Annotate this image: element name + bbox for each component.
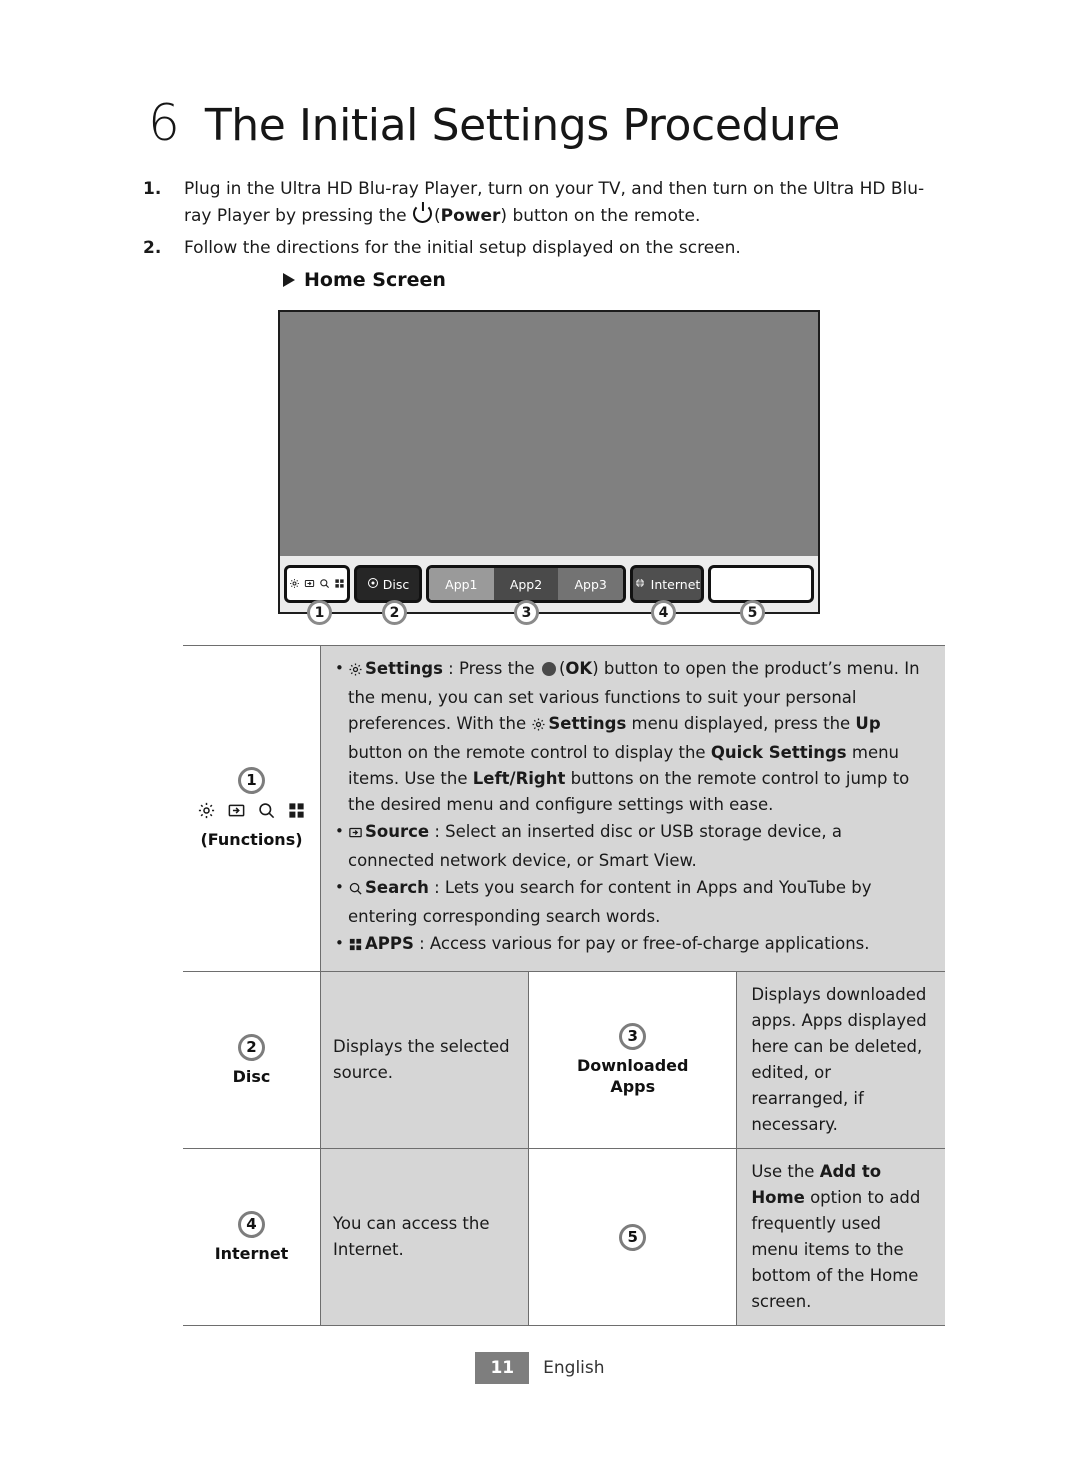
- manual-page: 6 The Initial Settings Procedure 1. Plug…: [0, 0, 1080, 1479]
- badge-5: 5: [619, 1223, 647, 1251]
- downloaded-apps-caption: Downloaded Apps: [535, 1055, 730, 1097]
- gear-icon: [197, 801, 216, 824]
- functions-bullet-list: Settings : Press the (OK) button to open…: [335, 655, 931, 960]
- downloaded-apps-caption-line2: Apps: [610, 1077, 656, 1096]
- apps-term: APPS: [365, 934, 414, 953]
- downloaded-apps-label-cell: 3 Downloaded Apps: [528, 971, 738, 1149]
- search-icon: [348, 881, 363, 900]
- apps-icon: [287, 801, 306, 824]
- step-text-post: ) button on the remote.: [500, 206, 701, 226]
- chapter-number: 6: [148, 94, 180, 152]
- app-tile-3[interactable]: App3: [558, 568, 623, 600]
- source-icon: [304, 577, 315, 592]
- instruction-steps: 1. Plug in the Ultra HD Blu-ray Player, …: [143, 176, 933, 267]
- badge-2: 2: [238, 1033, 265, 1061]
- step-text: Plug in the Ultra HD Blu-ray Player, tur…: [184, 176, 933, 230]
- ok-term: OK: [565, 659, 593, 678]
- bullet-source: Source : Select an inserted disc or USB …: [335, 818, 931, 874]
- add-to-home-description-cell: Use the Add to Home option to add freque…: [736, 1148, 945, 1326]
- internet-label-cell: 4 Internet: [183, 1148, 321, 1326]
- triangle-bullet-icon: [283, 273, 295, 287]
- table-row: 1 (Functions) • Settings: Press the (OK…: [183, 645, 945, 972]
- badge-4: 4: [238, 1210, 265, 1238]
- downloaded-apps-description-cell: Displays downloaded apps. Apps displayed…: [736, 971, 945, 1149]
- badge-1: 1: [238, 767, 265, 794]
- search-icon: [257, 801, 276, 824]
- settings-body-1: : Press the: [442, 659, 540, 678]
- up-term: Up: [855, 714, 881, 733]
- settings-body-3: menu displayed, press the: [626, 714, 856, 733]
- tv-home-screen-mockup: Disc App1 App2 App3 Internet: [278, 310, 820, 614]
- power-icon: [413, 204, 433, 223]
- settings-body-4: button on the remote control to display …: [348, 743, 711, 762]
- step-item: 1. Plug in the Ultra HD Blu-ray Player, …: [143, 176, 933, 230]
- source-icon: [348, 825, 363, 844]
- disc-label-cell: 2 Disc: [183, 971, 321, 1149]
- internet-tile[interactable]: Internet: [630, 565, 704, 603]
- table-row: 4 Internet You can access the Internet. …: [183, 1148, 945, 1326]
- disc-caption: Disc: [232, 1066, 271, 1086]
- functions-caption: (Functions): [200, 830, 303, 849]
- disc-tile[interactable]: Disc: [354, 565, 422, 603]
- disc-description-cell: Displays the selected source.: [320, 971, 530, 1149]
- page-title: 6 The Initial Settings Procedure: [148, 98, 840, 148]
- left-right-term: Left/Right: [472, 769, 566, 788]
- power-label: Power: [440, 206, 501, 226]
- badge-3: 3: [619, 1023, 647, 1050]
- page-footer: 11 English: [0, 1352, 1080, 1384]
- functions-table: 1 (Functions) • Settings: Press the (OK…: [183, 645, 945, 1326]
- page-number-badge: 11: [475, 1352, 530, 1384]
- gear-icon: [531, 717, 546, 736]
- gear-icon: [289, 577, 300, 592]
- functions-description-cell: Settings : Press the (OK) button to open…: [320, 645, 945, 972]
- table-row: 2 Disc Displays the selected source. 3 D…: [183, 971, 945, 1149]
- app-tile-1[interactable]: App1: [429, 568, 494, 600]
- home-screen-heading: Home Screen: [283, 269, 446, 291]
- chapter-title: The Initial Settings Procedure: [204, 100, 840, 151]
- quick-settings-term: Quick Settings: [710, 743, 847, 762]
- add-to-home-label-cell: 5: [528, 1148, 738, 1326]
- apps-body: : Access various for pay or free-of-char…: [413, 934, 870, 953]
- functions-tile[interactable]: [284, 565, 350, 603]
- globe-icon: [634, 577, 646, 592]
- app-tile-2[interactable]: App2: [493, 568, 559, 600]
- downloaded-apps-tiles[interactable]: App1 App2 App3: [426, 565, 626, 603]
- step-item: 2. Follow the directions for the initial…: [143, 235, 933, 262]
- gear-icon: [348, 662, 363, 681]
- add-to-home-empty-tile[interactable]: [708, 565, 814, 603]
- home-screen-launch-bar: Disc App1 App2 App3 Internet: [280, 556, 818, 612]
- source-icon: [227, 801, 246, 824]
- bullet-settings: Settings : Press the (OK) button to open…: [335, 655, 931, 818]
- search-icon: [319, 577, 330, 592]
- apps-icon: [348, 937, 363, 956]
- step-number: 2.: [143, 238, 162, 258]
- functions-label-cell: 1 (Functions): [183, 645, 321, 972]
- disc-tile-label: Disc: [382, 576, 410, 592]
- bullet-search: Search : Lets you search for content in …: [335, 874, 931, 930]
- functions-icon-group: [187, 801, 316, 824]
- internet-tile-label: Internet: [650, 576, 701, 592]
- ok-button-icon: [541, 662, 556, 676]
- home-screen-heading-label: Home Screen: [304, 269, 446, 291]
- step-number: 1.: [143, 179, 162, 199]
- search-term: Search: [365, 878, 429, 897]
- disc-icon: [367, 577, 379, 592]
- apps-icon: [334, 577, 345, 592]
- internet-caption: Internet: [214, 1243, 289, 1263]
- bullet-apps: APPS : Access various for pay or free-of…: [335, 930, 931, 960]
- internet-description-cell: You can access the Internet.: [320, 1148, 530, 1326]
- language-label: English: [543, 1358, 605, 1378]
- downloaded-apps-caption-line1: Downloaded: [576, 1056, 689, 1075]
- settings-term-2: Settings: [548, 714, 627, 733]
- source-term: Source: [365, 822, 430, 841]
- paren-open: (: [434, 206, 441, 226]
- step-text: Follow the directions for the initial se…: [184, 238, 741, 258]
- add-to-home-pre: Use the: [751, 1162, 820, 1181]
- settings-term: Settings: [365, 659, 443, 678]
